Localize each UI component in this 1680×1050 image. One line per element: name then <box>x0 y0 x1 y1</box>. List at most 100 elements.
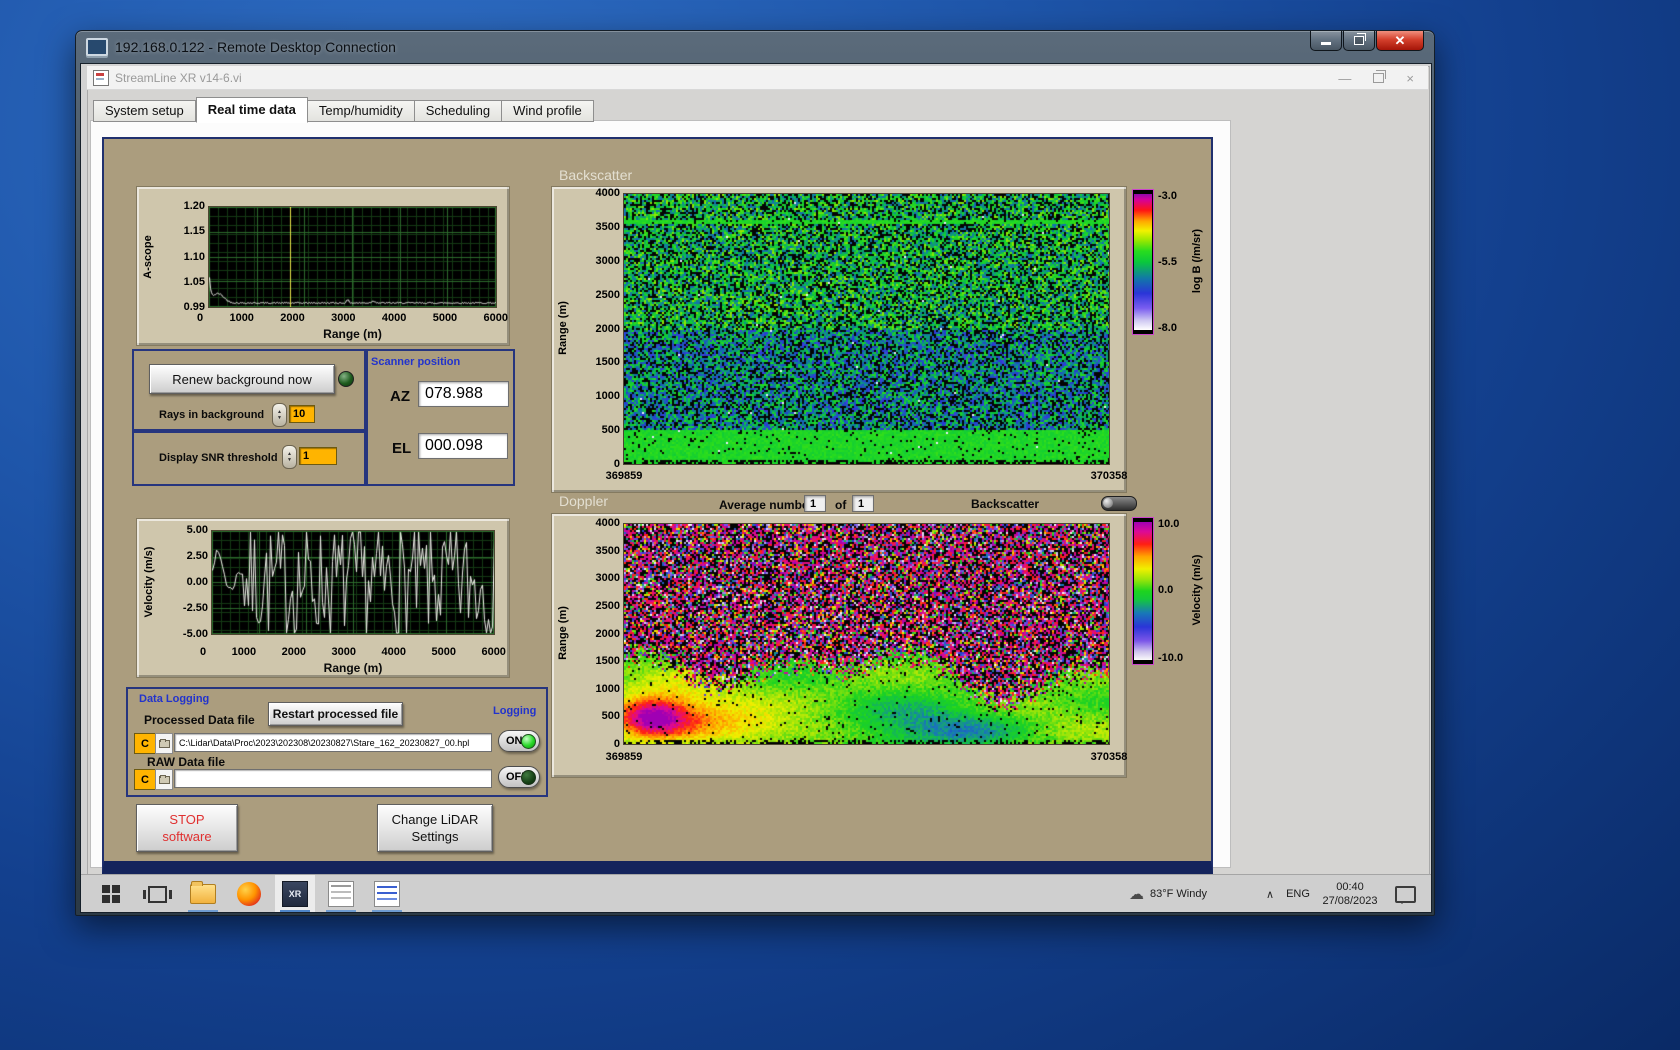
app-close-icon[interactable]: × <box>1406 72 1414 85</box>
rdp-window: 192.168.0.122 - Remote Desktop Connectio… <box>75 30 1435 916</box>
raw-browse-button[interactable] <box>155 769 173 790</box>
firefox-button[interactable] <box>229 875 269 912</box>
x-tick: 3000 <box>331 312 356 324</box>
data-logging-title: Data Logging <box>139 693 210 705</box>
chevron-up-icon: ∧ <box>1265 888 1275 901</box>
backscatter-display-toggle[interactable] <box>1101 496 1137 511</box>
minimize-button[interactable] <box>1310 31 1342 51</box>
clock[interactable]: 00:40 27/08/2023 <box>1317 875 1383 912</box>
processed-browse-button[interactable] <box>155 733 173 754</box>
raw-path-field[interactable] <box>174 769 492 788</box>
y-tick: 1.15 <box>183 225 205 238</box>
colorbar-tick: 10.0 <box>1158 518 1180 530</box>
close-button[interactable]: ✕ <box>1376 31 1424 51</box>
rays-in-background-field[interactable]: 10 <box>289 405 315 423</box>
start-button[interactable] <box>91 875 131 912</box>
x-axis-start: 369859 <box>605 751 643 763</box>
backscatter-y-axis-label: Range (m) <box>557 301 569 355</box>
y-tick: 2500 <box>595 599 620 612</box>
average-number-label: Average number <box>719 498 814 512</box>
doppler-colorbar <box>1132 517 1154 665</box>
background-group: Renew background now Rays in background … <box>132 349 368 433</box>
velocity-plot-frame: Velocity (m/s) 5.00 2.50 0.00 -2.50 -5.0… <box>137 519 509 677</box>
snr-threshold-field[interactable]: 1 <box>299 447 337 465</box>
app-restore-icon[interactable] <box>1373 70 1387 83</box>
file-explorer-icon <box>190 881 216 904</box>
y-tick: 3500 <box>595 220 620 233</box>
tab-system-setup[interactable]: System setup <box>93 100 196 122</box>
logging-on-led <box>521 733 536 749</box>
restart-processed-file-button[interactable]: Restart processed file <box>268 702 403 726</box>
spinner-down-icon[interactable]: ▼ <box>287 457 292 463</box>
active-app-indicator <box>280 910 310 912</box>
renew-background-button[interactable]: Renew background now <box>149 364 335 394</box>
folder-icon <box>158 774 170 784</box>
y-tick: 1500 <box>595 356 620 369</box>
scanner-position-group: Scanner position AZ 078.988 EL 000.098 <box>364 349 515 486</box>
x-tick: 0 <box>200 646 207 658</box>
backscatter-title: Backscatter <box>559 167 633 183</box>
notification-center-button[interactable] <box>1389 875 1421 912</box>
data-logging-group: Data Logging Processed Data file Restart… <box>126 687 548 797</box>
raw-logging-toggle[interactable]: OFF <box>498 766 540 788</box>
tab-real-time-data[interactable]: Real time data <box>195 97 308 123</box>
average-number-field[interactable]: 1 <box>804 495 826 512</box>
y-tick: 1.10 <box>183 250 205 263</box>
main-panel: A-scope 1.20 1.15 1.10 1.05 0.99 0 1000 … <box>102 137 1213 874</box>
terminal-app-button[interactable] <box>367 875 407 912</box>
y-tick: 4000 <box>595 187 620 199</box>
doppler-heatmap[interactable] <box>623 523 1110 745</box>
colorbar-tick: 0.0 <box>1158 584 1174 596</box>
streamline-app-button[interactable]: XR <box>275 875 315 912</box>
average-total-field[interactable]: 1 <box>852 495 874 512</box>
raw-drive-selector[interactable]: C <box>134 769 156 790</box>
tray-chevron[interactable]: ∧ <box>1259 875 1281 912</box>
tab-scheduling[interactable]: Scheduling <box>414 100 503 122</box>
y-tick: 1500 <box>595 655 620 668</box>
y-tick: 4000 <box>595 517 620 529</box>
backscatter-heatmap[interactable] <box>623 193 1110 465</box>
ascope-plot[interactable] <box>208 206 497 308</box>
language-indicator[interactable]: ENG <box>1281 875 1315 912</box>
processed-logging-toggle[interactable]: ON <box>498 730 540 752</box>
restore-button[interactable] <box>1343 31 1375 51</box>
task-view-button[interactable] <box>137 875 177 912</box>
of-label: of <box>835 498 847 512</box>
y-tick: 3000 <box>595 254 620 267</box>
file-explorer-button[interactable] <box>183 875 223 912</box>
scan-scheduler-button[interactable] <box>321 875 361 912</box>
processed-drive-selector[interactable]: C <box>134 733 156 754</box>
az-value-field[interactable]: 078.988 <box>418 381 509 407</box>
x-tick: 4000 <box>381 312 407 324</box>
x-tick: 5000 <box>432 312 458 324</box>
az-label: AZ <box>390 388 410 405</box>
app-titlebar[interactable]: StreamLine XR v14-6.vi — × <box>87 66 1428 90</box>
app-minimize-icon[interactable]: — <box>1338 72 1351 85</box>
doppler-colorbar-label: Velocity (m/s) <box>1191 554 1203 626</box>
snr-spinner[interactable]: ▲ ▼ <box>282 445 297 469</box>
tab-temp-humidity[interactable]: Temp/humidity <box>307 100 415 122</box>
rdp-titlebar[interactable]: 192.168.0.122 - Remote Desktop Connectio… <box>76 31 1434 63</box>
velocity-plot[interactable] <box>211 530 495 635</box>
restore-icon <box>1354 33 1366 45</box>
el-value-field[interactable]: 000.098 <box>418 433 508 459</box>
rays-in-background-label: Rays in background <box>159 409 265 421</box>
y-tick: 1000 <box>595 390 620 403</box>
scan-scheduler-icon <box>328 881 354 907</box>
minimize-icon <box>1321 42 1331 45</box>
weather-widget[interactable]: ☁ 83°F Windy <box>1129 875 1259 912</box>
y-tick: -2.50 <box>182 602 208 614</box>
tab-wind-profile[interactable]: Wind profile <box>502 100 594 122</box>
processed-path-field[interactable]: C:\Lidar\Data\Proc\2023\202308\20230827\… <box>174 733 492 752</box>
backscatter-colorbar <box>1132 189 1154 335</box>
open-app-indicator <box>326 910 356 912</box>
y-tick: 0.00 <box>186 576 208 588</box>
spinner-down-icon[interactable]: ▼ <box>277 415 282 421</box>
colorbar-tick: -5.5 <box>1158 256 1177 268</box>
rays-spinner[interactable]: ▲ ▼ <box>272 403 287 427</box>
terminal-app-icon <box>374 881 400 907</box>
y-tick: 2000 <box>595 322 620 335</box>
change-lidar-settings-button[interactable]: Change LiDAR Settings <box>377 804 493 852</box>
ascope-x-axis-label: Range (m) <box>323 327 382 341</box>
stop-software-button[interactable]: STOP software <box>136 804 238 852</box>
